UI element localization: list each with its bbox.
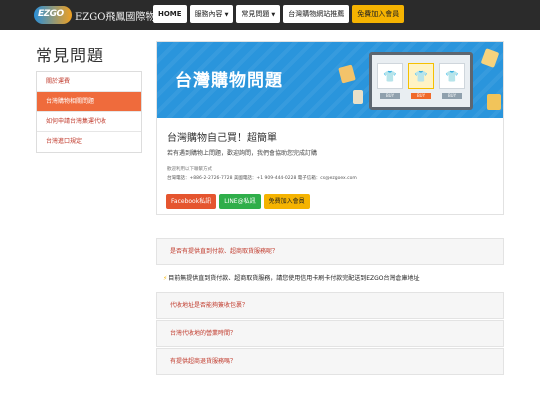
chevron-down-icon: ▼ [224, 12, 229, 18]
nav-join-button[interactable]: 免費加入會員 [352, 5, 405, 23]
nav-home-label: HOME [158, 10, 182, 18]
nav-home[interactable]: HOME [153, 5, 187, 23]
chevron-down-icon: ▼ [271, 12, 276, 18]
shirt-icon: 👕 [439, 63, 465, 89]
shirt-icon: 👕 [408, 63, 434, 89]
faq-item-returns[interactable]: 有提供超商退貨服務嗎？ [156, 348, 504, 375]
nav-services[interactable]: 服務內容 ▼ [189, 5, 234, 23]
facebook-message-button[interactable]: Facebook私訊 [166, 194, 217, 209]
nav-services-label: 服務內容 [194, 10, 223, 18]
sidebar-item-consolidation[interactable]: 如何申請台灣集運代收 [37, 112, 141, 132]
shopping-bag-icon [487, 94, 501, 110]
nav-shopping-sites[interactable]: 台灣購物網站推薦 [283, 5, 350, 23]
buy-tag: BUY [442, 93, 462, 99]
nav-faq-label: 常見問題 [241, 10, 270, 18]
contact-label: 歡迎利用以下聯繫方式 [167, 167, 212, 172]
banner-title: 台灣購物問題 [175, 71, 283, 91]
logo-mark-text: EZGO [38, 9, 64, 19]
sidebar-item-shipping-fees[interactable]: 關於運費 [37, 72, 141, 92]
contact-buttons: Facebook私訊 LINE@私訊 免費加入會員 [166, 194, 310, 209]
sidebar: 關於運費 台灣購物相關問題 如何申請台灣集運代收 台灣進口規定 [36, 71, 142, 153]
line-message-button[interactable]: LINE@私訊 [219, 194, 261, 209]
lightning-icon: ⚡ [163, 275, 168, 282]
logo-text: EZGO飛鳳國際物流 [75, 11, 166, 23]
nav-join-label: 免費加入會員 [357, 10, 400, 18]
sidebar-item-import-rules[interactable]: 台灣進口規定 [37, 132, 141, 152]
faq-answer-text: 目前無提供直到貨付款、超商取貨服務，請您使用信用卡刷卡付款完配送到EZGO台灣倉… [168, 275, 420, 282]
nav-faq[interactable]: 常見問題 ▼ [236, 5, 281, 23]
faq-item-hours[interactable]: 台灣代收地的營業時間？ [156, 320, 504, 347]
logo-mark: EZGO [34, 6, 72, 24]
faq-answer: ⚡目前無提供直到貨付款、超商取貨服務，請您使用信用卡刷卡付款完配送到EZGO台灣… [156, 268, 504, 290]
sidebar-item-taiwan-shopping[interactable]: 台灣購物相關問題 [37, 92, 141, 112]
card-heading: 台灣購物自己買！超簡單 [167, 133, 277, 144]
join-member-button[interactable]: 免費加入會員 [263, 194, 310, 209]
faq-item-signature[interactable]: 代收地址是否能夠簽收包裹？ [156, 292, 504, 319]
banner: 台灣購物問題 👕 👕 👕 BUY BUY BUY [157, 42, 503, 118]
card-subtitle: 若有遇到購物上問題，歡迎詢問，我們會協助您完成訂購 [167, 150, 318, 157]
shopping-info-card: 台灣購物問題 👕 👕 👕 BUY BUY BUY 台灣購物自己買！超簡單 若有遇… [156, 41, 504, 215]
shopping-bag-icon [353, 90, 363, 104]
nav-shopping-sites-label: 台灣購物網站推薦 [288, 10, 345, 18]
page-title: 常見問題 [36, 46, 105, 65]
top-navbar: EZGO EZGO飛鳳國際物流 HOME 服務內容 ▼ 常見問題 ▼ 台灣購物網站推… [0, 0, 540, 30]
buy-tag: BUY [380, 93, 400, 99]
faq-item-cod[interactable]: 是否有提供直到付款、超商取貨服務呢？ [156, 238, 504, 265]
site-logo[interactable]: EZGO EZGO飛鳳國際物流 [34, 4, 165, 26]
monitor-illustration: 👕 👕 👕 BUY BUY BUY [369, 52, 473, 110]
shirt-icon: 👕 [377, 63, 403, 89]
buy-tag: BUY [411, 93, 431, 99]
contact-info: 台灣電話：+886-2-2726-7728 美國電話：+1 909-444-02… [167, 176, 357, 181]
main-nav: HOME 服務內容 ▼ 常見問題 ▼ 台灣購物網站推薦 免費加入會員 [153, 5, 405, 23]
